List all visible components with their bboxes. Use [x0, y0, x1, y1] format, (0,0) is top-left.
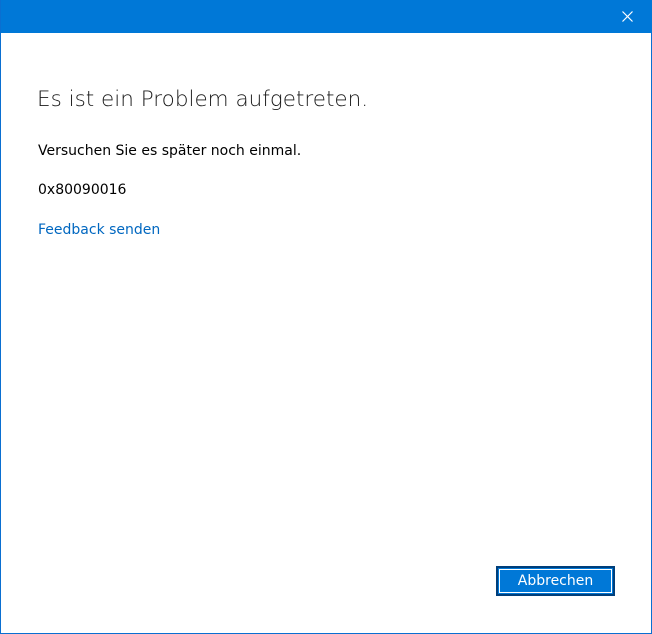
title-bar: [1, 0, 652, 33]
feedback-link[interactable]: Feedback senden: [38, 222, 160, 238]
close-button[interactable]: [605, 0, 651, 33]
dialog-title: Es ist ein Problem aufgetreten.: [37, 87, 369, 112]
close-icon: [622, 11, 633, 22]
dialog-window: Es ist ein Problem aufgetreten. Versuche…: [0, 0, 652, 634]
cancel-button[interactable]: Abbrechen: [496, 566, 615, 596]
error-code: 0x80090016: [38, 182, 127, 198]
error-message: Versuchen Sie es später noch einmal.: [38, 143, 302, 159]
